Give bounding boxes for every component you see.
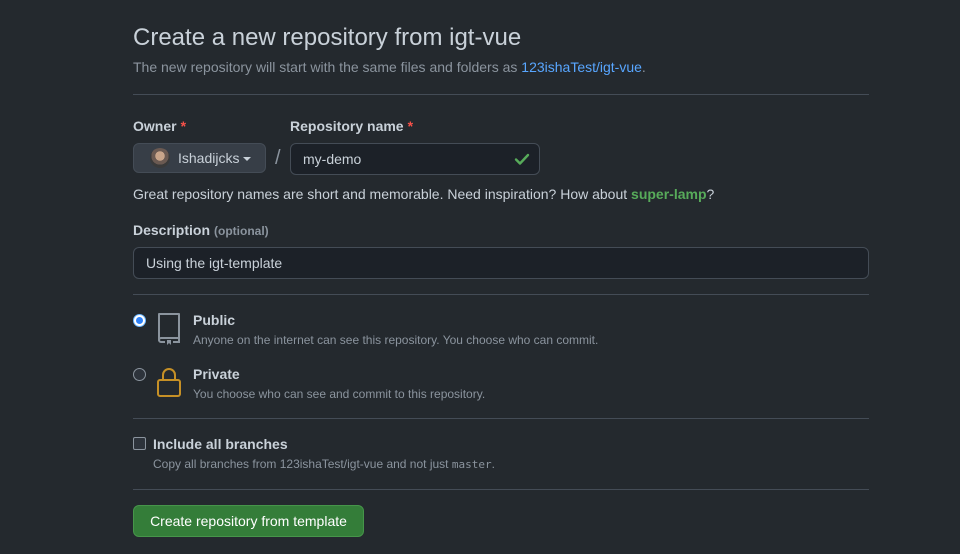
required-mark: * bbox=[407, 118, 414, 134]
repo-name-label: Repository name * bbox=[290, 118, 413, 134]
private-radio[interactable] bbox=[133, 368, 146, 381]
include-branches-desc-prefix: Copy all branches from 123ishaTest/igt-v… bbox=[153, 457, 452, 471]
default-branch-name: master bbox=[451, 458, 492, 471]
lock-icon bbox=[157, 368, 181, 397]
include-branches-checkbox[interactable] bbox=[133, 437, 146, 450]
description-label-text: Description bbox=[133, 222, 211, 238]
hint-suffix: ? bbox=[706, 186, 715, 202]
divider bbox=[133, 418, 869, 419]
public-description: Anyone on the internet can see this repo… bbox=[193, 333, 599, 347]
owner-repo-separator: / bbox=[275, 147, 281, 169]
repo-name-label-text: Repository name bbox=[290, 118, 404, 134]
create-repository-button[interactable]: Create repository from template bbox=[133, 505, 364, 537]
subtitle-suffix: . bbox=[641, 59, 646, 75]
optional-note: (optional) bbox=[214, 224, 269, 238]
private-title: Private bbox=[193, 366, 240, 382]
owner-label: Owner * bbox=[133, 118, 186, 134]
page-subtitle: The new repository will start with the s… bbox=[133, 59, 646, 75]
create-repo-form: Create a new repository from igt-vue The… bbox=[0, 0, 960, 554]
name-suggestion[interactable]: super-lamp bbox=[631, 186, 706, 202]
check-icon bbox=[514, 153, 530, 165]
repository-name-input[interactable] bbox=[290, 143, 540, 175]
private-description: You choose who can see and commit to thi… bbox=[193, 387, 486, 401]
public-radio[interactable] bbox=[133, 314, 146, 327]
hint-prefix: Great repository names are short and mem… bbox=[133, 186, 632, 202]
description-input[interactable] bbox=[133, 247, 869, 279]
public-title: Public bbox=[193, 312, 236, 328]
include-branches-title: Include all branches bbox=[153, 436, 288, 452]
divider bbox=[133, 94, 869, 95]
description-label: Description (optional) bbox=[133, 222, 269, 238]
template-repo-link[interactable]: 123ishaTest/igt-vue bbox=[521, 59, 642, 75]
divider bbox=[133, 294, 869, 295]
subtitle-prefix: The new repository will start with the s… bbox=[133, 59, 522, 75]
divider bbox=[133, 489, 869, 490]
required-mark: * bbox=[180, 118, 187, 134]
include-branches-desc-suffix: . bbox=[491, 457, 495, 471]
name-hint: Great repository names are short and mem… bbox=[133, 186, 714, 202]
repo-icon bbox=[158, 313, 180, 345]
include-branches-description: Copy all branches from 123ishaTest/igt-v… bbox=[153, 457, 495, 471]
owner-name: Ishadijcks bbox=[178, 150, 240, 166]
owner-dropdown[interactable]: Ishadijcks bbox=[133, 143, 266, 173]
caret-down-icon bbox=[243, 157, 252, 161]
owner-label-text: Owner bbox=[133, 118, 177, 134]
page-title: Create a new repository from igt-vue bbox=[133, 24, 522, 51]
avatar bbox=[150, 148, 170, 168]
